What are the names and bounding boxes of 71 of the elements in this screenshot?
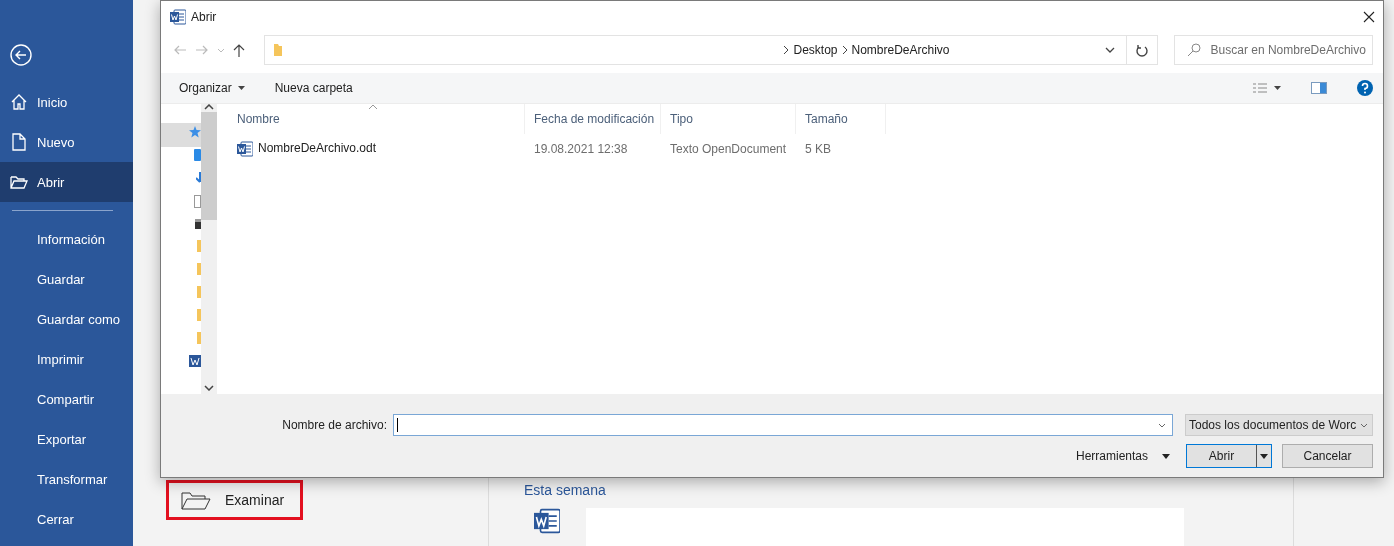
organize-menu[interactable]: Organizar — [179, 81, 245, 95]
chevron-down-icon — [1360, 422, 1368, 428]
open-button[interactable]: Abrir — [1186, 444, 1272, 468]
list-view-icon — [1252, 82, 1268, 94]
caret-icon — [1260, 453, 1268, 459]
sidebar-item[interactable]: Compartir — [0, 379, 133, 419]
search-field[interactable]: Buscar en NombreDeArchivo — [1173, 35, 1373, 65]
chevron-up-icon — [204, 104, 214, 110]
table-cell-text: 19.08.2021 12:38 — [533, 142, 629, 156]
close-icon[interactable] — [1363, 11, 1375, 23]
sidebar-item[interactable]: Transformar — [0, 459, 133, 499]
breadcrumb-item[interactable]: NombreDeArchivo — [847, 43, 954, 57]
document-icon[interactable] — [194, 195, 201, 208]
sidebar-item[interactable]: Inicio — [0, 82, 133, 122]
device-icon[interactable] — [194, 149, 201, 161]
chevron-down-icon — [204, 385, 214, 391]
file-type-dropdown[interactable]: Todos los documentos de Worc — [1185, 414, 1373, 436]
chevron-down-icon — [1158, 422, 1166, 428]
word-icon[interactable] — [189, 355, 201, 367]
chevron-right-icon — [841, 45, 848, 55]
file-name-label: Nombre de archivo: — [282, 418, 387, 432]
preview-pane-icon[interactable] — [1311, 82, 1327, 94]
breadcrumb-item[interactable]: Desktop — [789, 43, 842, 57]
document-icon — [534, 508, 560, 534]
new-folder-button[interactable]: Nueva carpeta — [274, 81, 353, 95]
sidebar-item[interactable]: Cerrar — [0, 499, 133, 539]
window-title: Abrir — [191, 10, 218, 24]
table-cell-text: 5 KB — [804, 142, 832, 156]
refresh-icon[interactable] — [1134, 43, 1149, 57]
star-icon[interactable] — [189, 126, 201, 138]
caret-icon — [237, 86, 245, 90]
section-heading: Esta semana — [524, 482, 607, 500]
back-arrow-icon[interactable] — [173, 44, 187, 56]
file-name-field[interactable] — [393, 414, 1173, 436]
chevron-down-icon[interactable] — [1104, 47, 1115, 53]
help-icon[interactable] — [1357, 80, 1373, 96]
folder-icon — [181, 489, 211, 511]
browse-button[interactable]: Examinar — [166, 480, 303, 520]
cancel-button[interactable]: Cancelar — [1282, 444, 1373, 468]
download-icon[interactable] — [196, 172, 201, 184]
column-header[interactable]: Nombre — [228, 104, 525, 134]
table-cell-text: Texto OpenDocument — [669, 142, 788, 156]
caret-icon — [1274, 86, 1281, 90]
home-icon — [10, 93, 28, 111]
file-name-cell[interactable]: NombreDeArchivo.odt — [228, 141, 525, 157]
word-icon — [170, 9, 186, 25]
back-icon[interactable] — [10, 44, 32, 66]
scrollbar[interactable] — [201, 104, 217, 394]
column-header[interactable]: Tamaño — [796, 104, 886, 134]
chevron-right-icon — [783, 45, 790, 55]
sidebar-item[interactable]: Abrir — [0, 162, 133, 202]
sidebar-item[interactable]: Información — [0, 219, 133, 259]
sidebar-item[interactable]: Exportar — [0, 419, 133, 459]
forward-arrow-icon[interactable] — [195, 44, 209, 56]
folder-icon — [272, 43, 283, 57]
column-header[interactable]: Fecha de modificación — [525, 104, 661, 134]
address-bar[interactable]: Desktop NombreDeArchivo — [263, 35, 1158, 65]
picture-frame-icon[interactable] — [195, 219, 201, 229]
sidebar-item[interactable]: Guardar — [0, 259, 133, 299]
sidebar-item[interactable]: Nuevo — [0, 122, 133, 162]
column-header[interactable]: Tipo — [661, 104, 796, 134]
sidebar-item[interactable]: Imprimir — [0, 339, 133, 379]
sidebar-item[interactable]: Guardar como — [0, 299, 133, 339]
folder-icon — [10, 173, 28, 191]
page-icon — [10, 133, 28, 151]
caret-icon — [1162, 453, 1170, 459]
view-menu[interactable] — [1252, 82, 1281, 94]
tools-menu[interactable]: Herramientas — [1075, 449, 1170, 463]
document-icon — [237, 141, 253, 157]
search-icon — [1186, 43, 1201, 57]
up-arrow-icon[interactable] — [233, 43, 245, 57]
